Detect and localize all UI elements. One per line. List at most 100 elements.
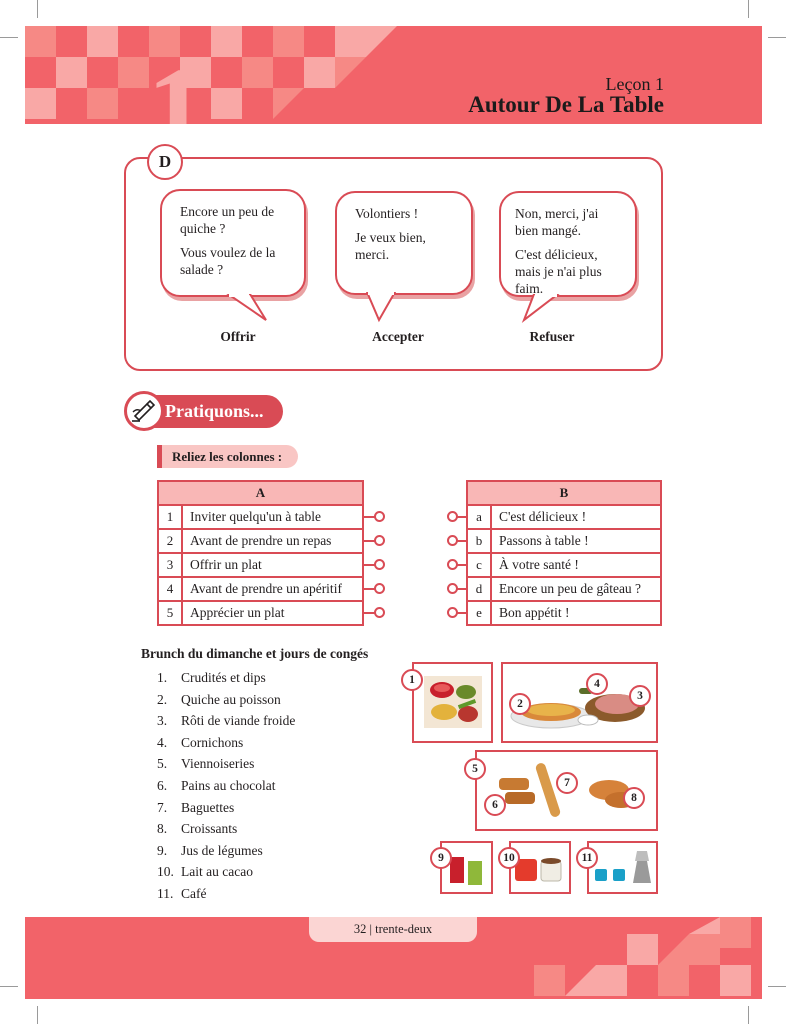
instruction-label: Reliez les colonnes : bbox=[157, 445, 298, 468]
footer-pattern-tile bbox=[534, 965, 565, 996]
connector-dot-a2[interactable] bbox=[374, 535, 385, 546]
photo-number: 5 bbox=[464, 758, 486, 780]
item-number: 10. bbox=[157, 864, 174, 880]
item-number: 4. bbox=[157, 734, 168, 750]
speech-bubble-refuse: Non, merci, j'ai bien mangé. C'est délic… bbox=[499, 191, 637, 297]
crop-mark bbox=[0, 37, 18, 38]
footer-pattern-tile bbox=[658, 965, 689, 996]
row-text: Bon appétit ! bbox=[490, 600, 662, 626]
crop-mark bbox=[748, 0, 749, 18]
lesson-header: 1 Leçon 1 Autour De La Table bbox=[25, 26, 762, 124]
header-pattern-tile bbox=[335, 26, 366, 57]
crop-mark bbox=[0, 986, 18, 987]
connector-dot-a3[interactable] bbox=[374, 559, 385, 570]
footer-pattern-tile bbox=[689, 934, 720, 965]
table-row: 1 Inviter quelqu'un à table bbox=[157, 504, 364, 530]
speech-bubble-tail bbox=[365, 292, 397, 323]
photo-number: 6 bbox=[484, 794, 506, 816]
bubble-label-refuse: Refuser bbox=[529, 329, 575, 344]
connector-line bbox=[456, 588, 467, 590]
item-text: Croissants bbox=[181, 821, 238, 837]
bubble-line: Je veux bien, merci. bbox=[355, 230, 426, 262]
header-pattern-tile bbox=[304, 57, 335, 88]
photo-coffee bbox=[587, 841, 658, 894]
row-text: Offrir un plat bbox=[181, 552, 364, 578]
speech-bubble-offer: Encore un peu de quiche ? Vous voulez de… bbox=[160, 189, 306, 297]
item-number: 9. bbox=[157, 842, 168, 858]
item-text: Pains au chocolat bbox=[181, 777, 276, 793]
footer-pattern-triangle bbox=[658, 934, 689, 965]
header-pattern-tile bbox=[211, 26, 242, 57]
list-item: 9. Jus de légumes bbox=[157, 840, 295, 862]
row-letter: e bbox=[466, 600, 492, 626]
table-header: B bbox=[466, 480, 662, 506]
table-row: 4 Avant de prendre un apéritif bbox=[157, 576, 364, 602]
connector-dot-a5[interactable] bbox=[374, 607, 385, 618]
photo-number: 4 bbox=[586, 673, 608, 695]
list-item: 5. Viennoiseries bbox=[157, 753, 295, 775]
coffee-pot-icon bbox=[595, 851, 651, 883]
photo-number: 7 bbox=[556, 772, 578, 794]
row-text: Inviter quelqu'un à table bbox=[181, 504, 364, 530]
item-text: Rôti de viande froide bbox=[181, 713, 296, 729]
page-number: 32 | trente-deux bbox=[309, 917, 477, 942]
item-text: Jus de légumes bbox=[181, 842, 263, 858]
table-row: e Bon appétit ! bbox=[466, 600, 662, 626]
item-number: 1. bbox=[157, 670, 168, 685]
footer-pattern-tile bbox=[720, 965, 751, 996]
row-letter: b bbox=[466, 528, 492, 554]
header-pattern-triangle bbox=[366, 26, 397, 57]
item-text: Baguettes bbox=[181, 799, 235, 815]
row-number: 2 bbox=[157, 528, 183, 554]
item-number: 2. bbox=[157, 691, 168, 707]
item-text: Cornichons bbox=[181, 734, 244, 750]
item-text: Quiche au poisson bbox=[181, 691, 281, 707]
table-row: a C'est délicieux ! bbox=[466, 504, 662, 530]
item-number: 8. bbox=[157, 821, 168, 837]
row-letter: c bbox=[466, 552, 492, 578]
photo-number: 2 bbox=[509, 693, 531, 715]
connector-dot-a4[interactable] bbox=[374, 583, 385, 594]
photo-number: 11 bbox=[576, 847, 598, 869]
header-pattern-tile bbox=[273, 26, 304, 57]
photo-number: 1 bbox=[401, 669, 423, 691]
photo-number: 8 bbox=[623, 787, 645, 809]
row-text: Passons à table ! bbox=[490, 528, 662, 554]
header-pattern-tile bbox=[56, 57, 87, 88]
list-item: 8. Croissants bbox=[157, 818, 295, 840]
item-number: 3. bbox=[157, 713, 168, 729]
bubble-line: C'est délicieux, mais je n'ai plus faim. bbox=[515, 247, 602, 296]
list-item: 4. Cornichons bbox=[157, 732, 295, 754]
item-number: 11. bbox=[157, 885, 174, 901]
table-header: A bbox=[157, 480, 364, 506]
row-letter: a bbox=[466, 504, 492, 530]
crop-mark bbox=[37, 1006, 38, 1024]
bubble-line: Encore un peu de quiche ? bbox=[180, 204, 275, 236]
matching-table-a: A 1 Inviter quelqu'un à table 2 Avant de p… bbox=[157, 480, 364, 626]
row-text: À votre santé ! bbox=[490, 552, 662, 578]
row-letter: d bbox=[466, 576, 492, 602]
brunch-list: 1. Crudités et dips 2. Quiche au poisson 3… bbox=[157, 667, 295, 905]
row-text: C'est délicieux ! bbox=[490, 504, 662, 530]
bubble-label-offer: Offrir bbox=[220, 329, 256, 344]
item-text: Crudités et dips bbox=[181, 670, 266, 685]
footer-pattern-triangle bbox=[565, 965, 596, 996]
row-number: 4 bbox=[157, 576, 183, 602]
list-item: 11. Café bbox=[157, 883, 295, 905]
list-item: 1. Crudités et dips bbox=[157, 667, 295, 689]
row-number: 5 bbox=[157, 600, 183, 626]
table-row: 5 Apprécier un plat bbox=[157, 600, 364, 626]
mugs-icon bbox=[515, 858, 562, 882]
footer-pattern-triangle bbox=[689, 917, 720, 934]
item-text: Lait au cacao bbox=[181, 864, 253, 880]
connector-line bbox=[456, 564, 467, 566]
photo-number: 3 bbox=[629, 685, 651, 707]
bubble-line: Volontiers ! bbox=[355, 206, 419, 221]
section-badge: D bbox=[147, 144, 183, 180]
list-item: 6. Pains au chocolat bbox=[157, 775, 295, 797]
row-text: Encore un peu de gâteau ? bbox=[490, 576, 662, 602]
row-text: Avant de prendre un repas bbox=[181, 528, 364, 554]
connector-dot-a1[interactable] bbox=[374, 511, 385, 522]
table-row: cÀ votre santé ! bbox=[466, 552, 662, 578]
footer-pattern-tile bbox=[596, 965, 627, 996]
